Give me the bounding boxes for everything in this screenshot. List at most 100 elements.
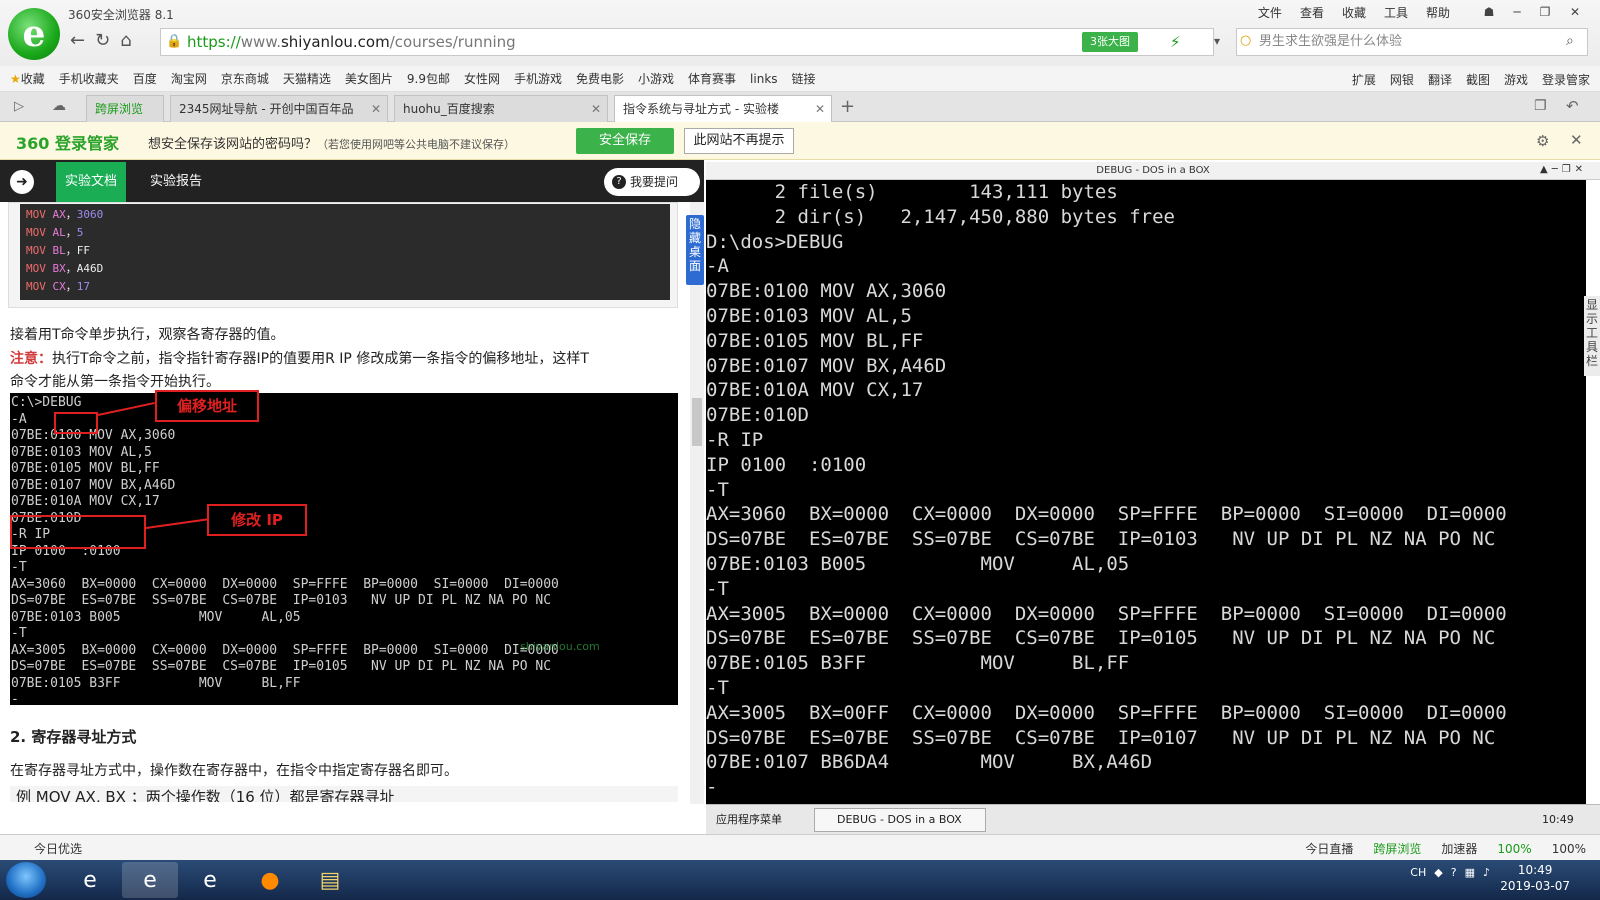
screenshot-button[interactable]: 截图 (1466, 71, 1490, 88)
language-indicator[interactable]: CH (1410, 866, 1426, 879)
menu-tools[interactable]: 工具 (1384, 4, 1408, 21)
bookmark-item[interactable]: 小游戏 (638, 70, 674, 87)
undo-close-icon[interactable]: ↶ (1566, 97, 1579, 115)
close-tab-icon[interactable]: ✕ (591, 96, 601, 122)
network-icon[interactable]: ▦ (1465, 866, 1475, 879)
terminal-line: 2 file(s) 143,111 bytes (706, 181, 1118, 203)
cloud-icon[interactable]: ☁ (52, 98, 66, 114)
hide-desktop-button[interactable]: 隐藏桌面 (686, 215, 704, 285)
ebank-button[interactable]: 网银 (1390, 71, 1414, 88)
ie-taskbar-icon[interactable]: e (62, 862, 118, 898)
explorer-taskbar-icon[interactable]: ▤ (302, 862, 358, 898)
app-menu-button[interactable]: 应用程序菜单 (716, 811, 782, 827)
sidebar-toggle-icon[interactable]: ▷ (14, 99, 24, 114)
restore-tabs-icon[interactable]: ❐ (1534, 98, 1547, 114)
zoom-level[interactable]: 100% (1552, 842, 1586, 856)
tab-shiyanlou[interactable]: 指令系统与寻址方式 - 实验楼 ✕ (614, 95, 832, 123)
skin-icon[interactable]: ☗ (1476, 2, 1502, 22)
taskbar-clock[interactable]: 10:49 2019-03-07 (1500, 862, 1570, 894)
close-window-icon[interactable]: ✕ (1562, 2, 1588, 22)
edge-taskbar-icon[interactable]: e (182, 862, 238, 898)
bookmark-folder[interactable]: links (750, 72, 777, 86)
close-tab-icon[interactable]: ✕ (371, 96, 381, 122)
bookmark-item[interactable]: 百度 (133, 70, 157, 87)
minimize-icon[interactable]: ─ (1504, 2, 1530, 22)
terminal-line: 07BE:010A MOV CX,17 (706, 379, 924, 402)
home-icon[interactable]: ⌂ (120, 30, 131, 51)
bookmark-item[interactable]: 女性网 (464, 70, 500, 87)
toolbar-right: 扩展 网银 翻译 截图 游戏 登录管家 (1352, 66, 1590, 92)
back-arrow-icon[interactable]: ← (70, 30, 85, 51)
accelerator-button[interactable]: 加速器 (1441, 840, 1477, 857)
bookmark-item[interactable]: 免费电影 (576, 70, 624, 87)
tab-2345[interactable]: 2345网址导航 - 开创中国百年品 ✕ (170, 95, 388, 122)
bookmark-item[interactable]: 9.9包邮 (407, 70, 450, 87)
bookmark-item[interactable]: 美女图片 (345, 70, 393, 87)
tab-lab-doc[interactable]: 实验文档 (56, 162, 126, 202)
tab-lab-report[interactable]: 实验报告 (150, 162, 202, 202)
terminal-line: AX=3060 BX=0000 CX=0000 DX=0000 SP=FFFE … (706, 503, 1507, 526)
chevron-down-icon[interactable]: ▾ (1214, 34, 1220, 48)
translate-button[interactable]: 翻译 (1428, 71, 1452, 88)
search-input[interactable]: 男生求生欲强是什么体验 (1236, 28, 1588, 56)
never-remind-button[interactable]: 此网站不再提示 (684, 128, 794, 154)
back-icon[interactable]: ➜ (10, 170, 34, 194)
firefox-taskbar-icon[interactable]: ● (242, 862, 298, 898)
bookmark-folder[interactable]: 链接 (792, 70, 816, 87)
terminal-line: 07BE:0105 B3FF MOV BL,FF (706, 652, 1130, 675)
code-line: MOV AL，5 (26, 226, 84, 239)
bookmark-item[interactable]: 淘宝网 (171, 70, 207, 87)
bookmark-item[interactable]: 手机收藏夹 (59, 70, 119, 87)
maximize-icon[interactable]: ❐ (1532, 2, 1558, 22)
terminal-line: DS=07BE ES=07BE SS=07BE CS=07BE IP=0103 … (11, 593, 552, 608)
login-manager-brand: 360 登录管家 (16, 134, 119, 153)
bookmark-item[interactable]: 体育赛事 (688, 70, 736, 87)
menu-file[interactable]: 文件 (1258, 4, 1282, 21)
tab-baidu[interactable]: huohu_百度搜索 ✕ (394, 95, 608, 122)
search-engine-icon[interactable]: ○ (1240, 33, 1251, 48)
bookmark-item[interactable]: 京东商城 (221, 70, 269, 87)
start-button[interactable] (6, 862, 46, 898)
address-bar[interactable]: https://www.shiyanlou.com/courses/runnin… (160, 28, 1214, 56)
paragraph: 在寄存器寻址方式中，操作数在寄存器中，在指令中指定寄存器名即可。 (10, 763, 458, 779)
save-password-button[interactable]: 安全保存 (576, 128, 674, 154)
bookmark-favorites[interactable]: ★收藏 (10, 70, 45, 87)
cross-screen-button[interactable]: 跨屏浏览 (1373, 840, 1421, 857)
login-manager-button[interactable]: 登录管家 (1542, 71, 1590, 88)
menu-favorites[interactable]: 收藏 (1342, 4, 1366, 21)
today-picks-link[interactable]: 今日优选 (34, 840, 82, 857)
games-button[interactable]: 游戏 (1504, 71, 1528, 88)
scrollbar[interactable] (690, 202, 704, 804)
extensions-button[interactable]: 扩展 (1352, 71, 1376, 88)
live-button[interactable]: 今日直播 (1305, 840, 1353, 857)
dos-terminal[interactable]: 2 file(s) 143,111 bytes 2 dir(s) 2,147,4… (706, 180, 1586, 804)
nav-buttons: ← ↻ ⌂ (70, 30, 132, 51)
bookmark-item[interactable]: 天猫精选 (283, 70, 331, 87)
360-browser-taskbar-icon[interactable]: e (122, 862, 178, 898)
tab-cross-screen[interactable]: 跨屏浏览 (86, 95, 164, 122)
dosbox-window-controls[interactable]: ▲─❐✕ (1540, 164, 1587, 175)
close-bar-icon[interactable]: ✕ (1570, 131, 1583, 149)
dosbox-task-button[interactable]: DEBUG - DOS in a BOX (814, 808, 986, 832)
status-right: 今日直播 跨屏浏览 加速器 100% 100% (1305, 840, 1586, 857)
app-title: 360安全浏览器 8.1 (68, 8, 174, 22)
new-tab-icon[interactable]: + (840, 96, 855, 117)
lightning-icon[interactable]: ⚡ (1170, 33, 1181, 51)
tray-icon[interactable]: ◆ (1434, 866, 1442, 879)
menu-view[interactable]: 查看 (1300, 4, 1324, 21)
dosbox-clock: 10:49 (1542, 813, 1574, 826)
search-icon[interactable]: ⌕ (1566, 33, 1574, 49)
menu-help[interactable]: 帮助 (1426, 4, 1450, 21)
help-icon[interactable]: ? (1451, 866, 1457, 879)
show-toolbar-button[interactable]: 显示工具栏 (1584, 296, 1600, 376)
reload-icon[interactable]: ↻ (95, 30, 110, 51)
close-tab-icon[interactable]: ✕ (815, 96, 825, 122)
terminal-line: DS=07BE ES=07BE SS=07BE CS=07BE IP=0103 … (706, 528, 1496, 551)
big-image-badge[interactable]: 3张大图 (1082, 32, 1138, 52)
download-speed[interactable]: 100% (1497, 842, 1531, 856)
bookmark-item[interactable]: 手机游戏 (514, 70, 562, 87)
volume-icon[interactable]: ♪ (1483, 866, 1490, 879)
scrollbar-thumb[interactable] (692, 398, 702, 446)
gear-icon[interactable]: ⚙ (1536, 132, 1549, 150)
note-paragraph-cont: 命令才能从第一条指令开始执行。 (10, 374, 220, 390)
